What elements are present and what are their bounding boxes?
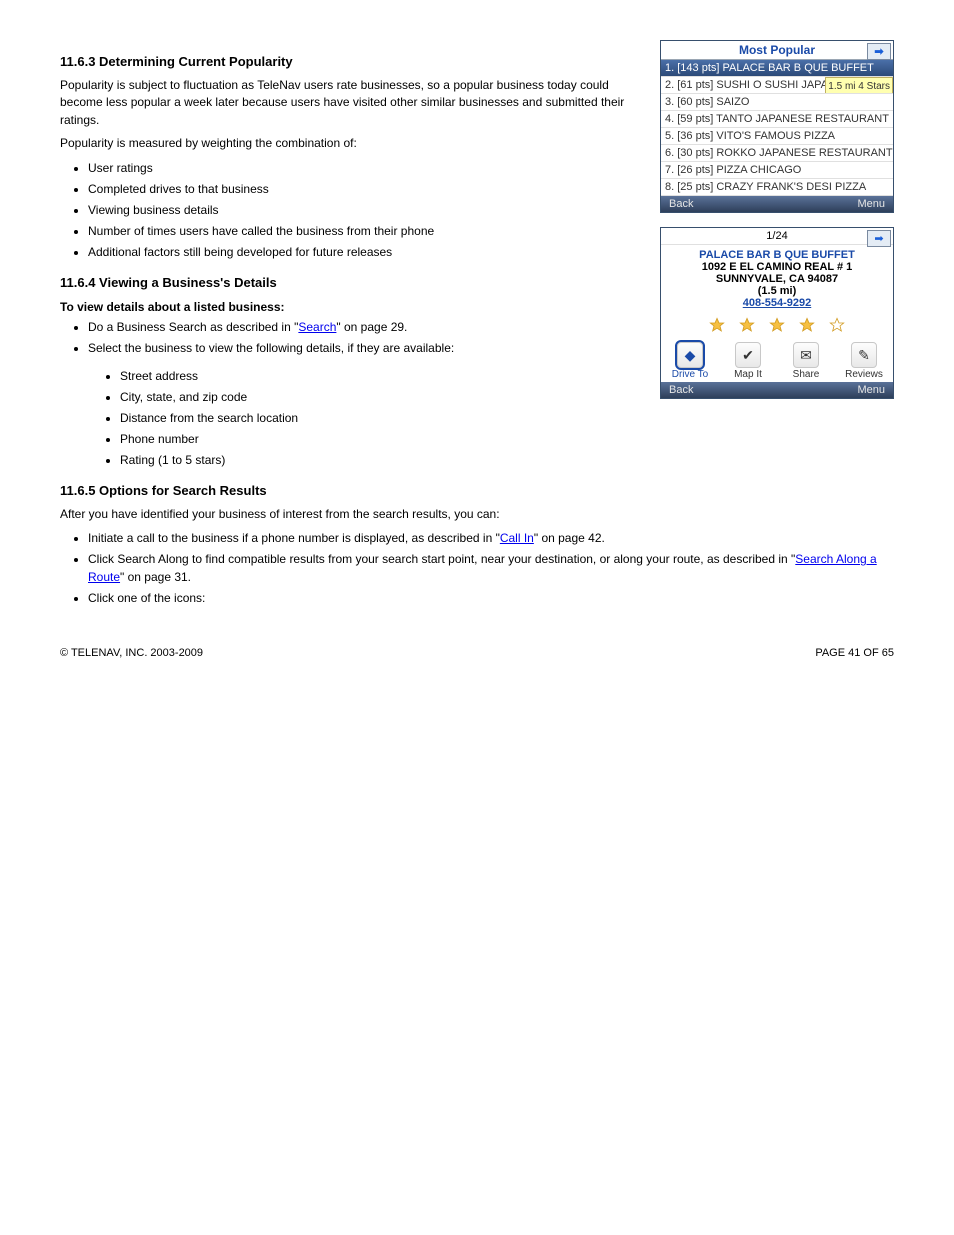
rating-tooltip: 1.5 mi 4 Stars (825, 77, 893, 94)
menu-softkey[interactable]: Menu (857, 384, 885, 396)
popular-bottom-bar: Back Menu (661, 196, 893, 212)
popular-list-item[interactable]: 3. [60 pts] SAIZO (661, 94, 893, 111)
popular-list: 1. [143 pts] PALACE BAR B QUE BUFFET2. [… (661, 60, 893, 196)
rating-stars (661, 317, 893, 336)
footer-left: © TELENAV, INC. 2003-2009 (60, 647, 203, 659)
action-label: Reviews (841, 369, 887, 380)
action-label: Map It (725, 369, 771, 380)
back-softkey[interactable]: Back (669, 198, 693, 210)
arrow-right-icon: ➡ (874, 232, 883, 245)
list-item: Initiate a call to the business if a pho… (88, 529, 894, 547)
share-icon: ✉ (793, 342, 819, 368)
map-it-icon: ✔ (735, 342, 761, 368)
business-addr1: 1092 E EL CAMINO REAL # 1 (661, 261, 893, 273)
star-filled-icon (769, 317, 785, 336)
drive-to-icon: ◆ (677, 342, 703, 368)
footer-right: PAGE 41 OF 65 (815, 647, 894, 659)
menu-softkey[interactable]: Menu (857, 198, 885, 210)
xref-link[interactable]: Call In (500, 531, 534, 545)
action-share[interactable]: ✉Share (783, 342, 829, 380)
list-item: Phone number (120, 430, 894, 448)
detail-block: PALACE BAR B QUE BUFFET 1092 E EL CAMINO… (661, 245, 893, 311)
business-addr2: SUNNYVALE, CA 94087 (661, 273, 893, 285)
list-item: Click Search Along to find compatible re… (88, 550, 894, 586)
action-map-it[interactable]: ✔Map It (725, 342, 771, 380)
action-label: Drive To (667, 369, 713, 380)
popular-title-bar: Most Popular ➡ (661, 41, 893, 60)
business-distance: (1.5 mi) (661, 285, 893, 297)
popular-list-item[interactable]: 7. [26 pts] PIZZA CHICAGO (661, 162, 893, 179)
list-item: Click one of the icons: (88, 589, 894, 607)
detail-actions: ◆Drive To ✔Map It ✉Share ✎Reviews (661, 338, 893, 382)
detail-bottom-bar: Back Menu (661, 382, 893, 398)
business-name: PALACE BAR B QUE BUFFET (661, 249, 893, 261)
screenshot-most-popular: Most Popular ➡ 1. [143 pts] PALACE BAR B… (660, 40, 894, 213)
next-arrow-button[interactable]: ➡ (867, 230, 891, 247)
right-screenshot-column: Most Popular ➡ 1. [143 pts] PALACE BAR B… (660, 40, 894, 413)
detail-counter-bar: 1/24 ➡ (661, 228, 893, 245)
back-softkey[interactable]: Back (669, 384, 693, 396)
action-label: Share (783, 369, 829, 380)
section-title: 11.6.5 Options for Search Results (60, 483, 894, 498)
reviews-icon: ✎ (851, 342, 877, 368)
action-drive-to[interactable]: ◆Drive To (667, 342, 713, 380)
popular-list-item[interactable]: 5. [36 pts] VITO'S FAMOUS PIZZA (661, 128, 893, 145)
star-filled-icon (799, 317, 815, 336)
popular-list-item[interactable]: 4. [59 pts] TANTO JAPANESE RESTAURANT (661, 111, 893, 128)
star-empty-icon (829, 317, 845, 336)
xref-link[interactable]: Search (298, 320, 336, 334)
star-filled-icon (709, 317, 725, 336)
body-para: After you have identified your business … (60, 506, 894, 523)
popular-title: Most Popular (739, 43, 815, 57)
next-arrow-button[interactable]: ➡ (867, 43, 891, 60)
screenshot-business-detail: 1/24 ➡ PALACE BAR B QUE BUFFET 1092 E EL… (660, 227, 894, 399)
action-reviews[interactable]: ✎Reviews (841, 342, 887, 380)
popular-list-item[interactable]: 8. [25 pts] CRAZY FRANK'S DESI PIZZA (661, 179, 893, 196)
page-footer: © TELENAV, INC. 2003-2009 PAGE 41 OF 65 (60, 647, 894, 659)
popular-list-item[interactable]: 1. [143 pts] PALACE BAR B QUE BUFFET (661, 60, 893, 77)
business-phone[interactable]: 408-554-9292 (661, 297, 893, 309)
list-item: Rating (1 to 5 stars) (120, 451, 894, 469)
popular-list-item[interactable]: 2. [61 pts] SUSHI O SUSHI JAPAN1.5 mi 4 … (661, 77, 893, 94)
arrow-right-icon: ➡ (874, 45, 883, 58)
result-counter: 1/24 (766, 230, 787, 242)
bullet-list: Initiate a call to the business if a pho… (60, 529, 894, 607)
star-filled-icon (739, 317, 755, 336)
popular-list-item[interactable]: 6. [30 pts] ROKKO JAPANESE RESTAURANT (661, 145, 893, 162)
xref-link[interactable]: Search Along a Route (88, 552, 877, 584)
